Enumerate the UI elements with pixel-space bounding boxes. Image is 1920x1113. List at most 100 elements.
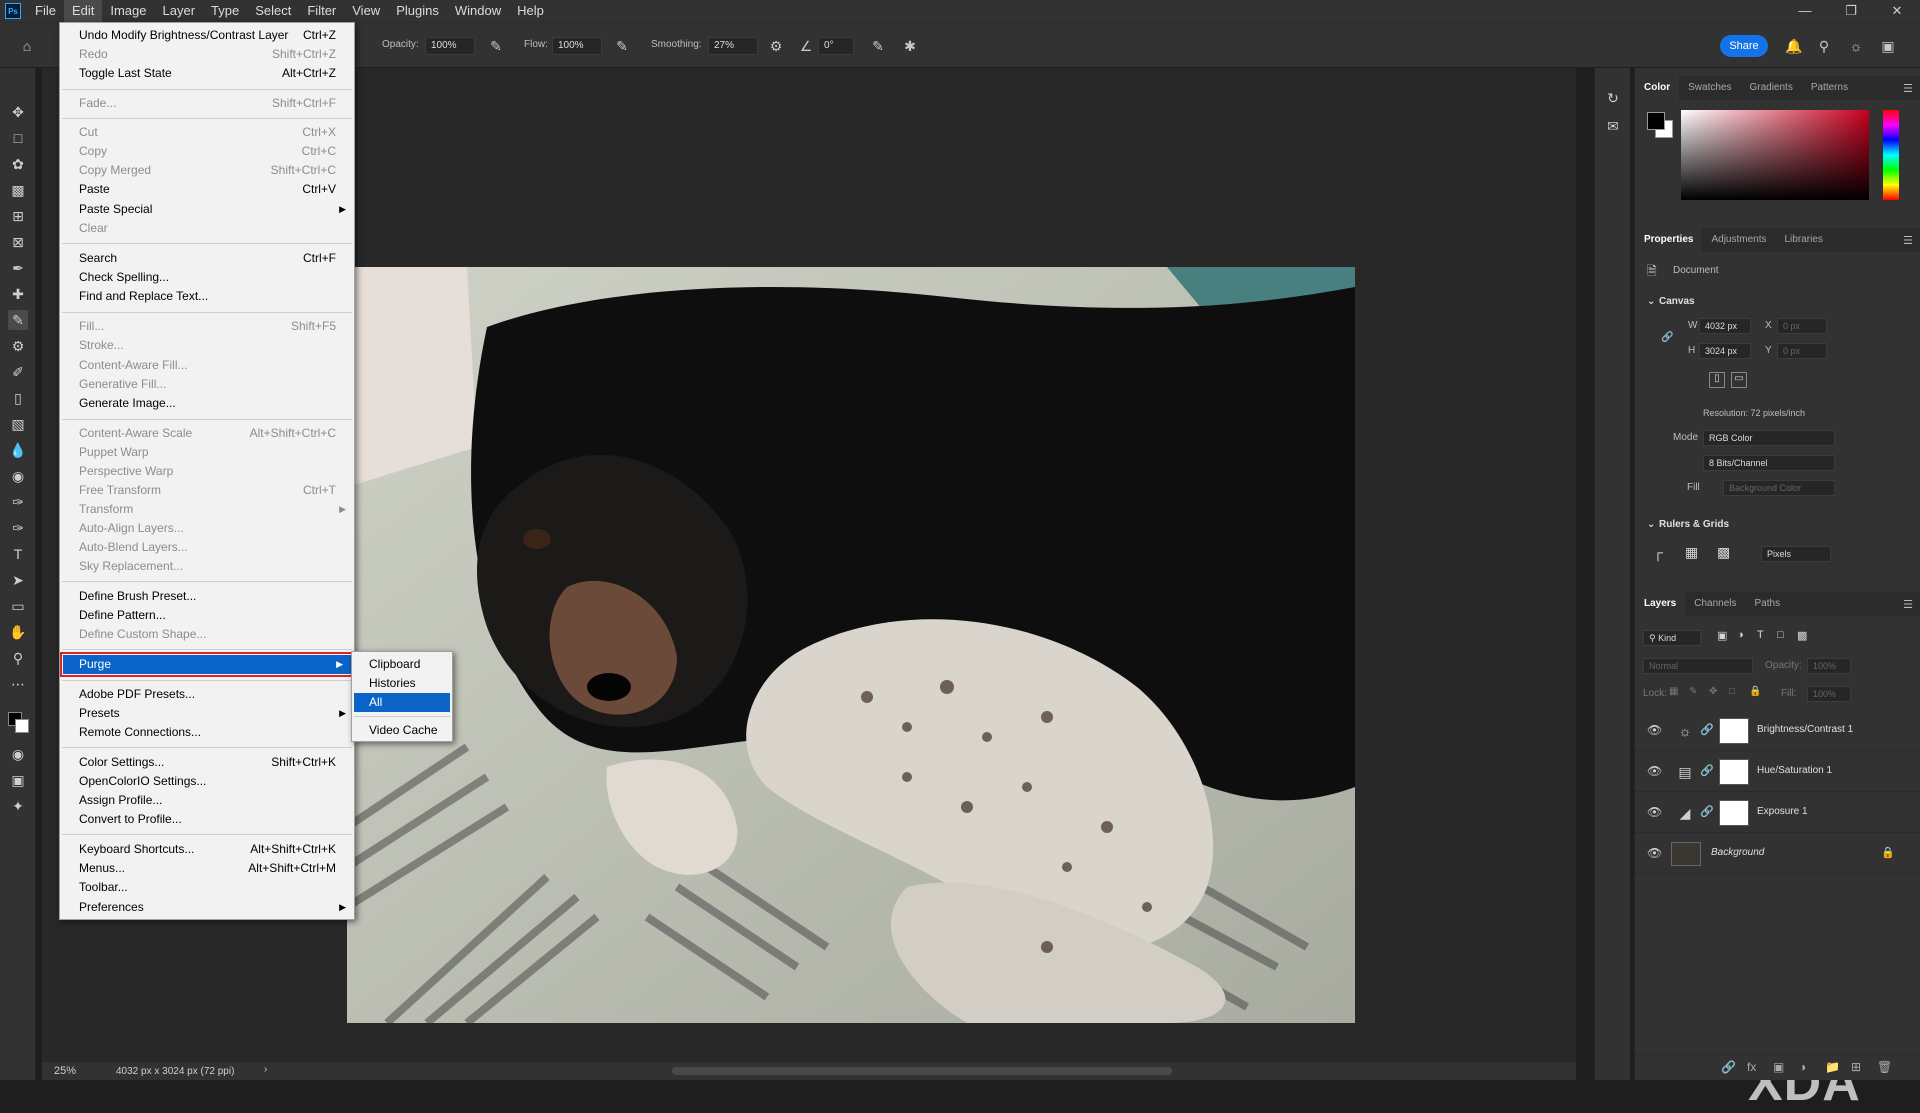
pen-tool-alt-icon[interactable]: ✑ — [8, 518, 28, 538]
stamp-tool-icon[interactable]: ⚙ — [8, 336, 28, 356]
menu-item-keyboard-shortcuts[interactable]: Keyboard Shortcuts... Alt+Shift+Ctrl+K — [60, 840, 354, 859]
type-tool-icon[interactable]: T — [8, 544, 28, 564]
new-group-icon[interactable]: 📁 — [1825, 1060, 1840, 1074]
zoom-level[interactable]: 25% — [54, 1065, 76, 1077]
menu-item-redo[interactable]: Redo Shift+Ctrl+Z — [60, 45, 354, 64]
menu-item-copy[interactable]: Copy Ctrl+C — [60, 142, 354, 161]
height-field[interactable]: 3024 px — [1699, 343, 1751, 359]
menu-view[interactable]: View — [344, 0, 388, 22]
menu-item-undo[interactable]: Undo Modify Brightness/Contrast Layer Ctr… — [60, 26, 354, 45]
menu-file[interactable]: File — [27, 0, 64, 22]
canvas-fill-select[interactable]: Background Color — [1723, 480, 1835, 496]
menu-type[interactable]: Type — [203, 0, 247, 22]
submenu-item-clipboard[interactable]: Clipboard — [352, 655, 452, 674]
menu-item-content-aware-scale[interactable]: Content-Aware Scale Alt+Shift+Ctrl+C — [60, 424, 354, 443]
zoom-tool-icon[interactable]: ⚲ — [8, 648, 28, 668]
menu-item-sky-replacement[interactable]: Sky Replacement... — [60, 557, 354, 576]
blend-mode-select[interactable]: Normal — [1643, 658, 1753, 674]
menu-item-ocio-settings[interactable]: OpenColorIO Settings... — [60, 772, 354, 791]
panel-menu-icon[interactable]: ☰ — [1903, 82, 1913, 95]
opacity-field[interactable]: 100% — [425, 37, 475, 55]
quick-mask-icon[interactable]: ◉ — [8, 744, 28, 764]
lock-image-icon[interactable]: ✎ — [1689, 686, 1697, 697]
tab-color[interactable]: Color — [1635, 76, 1680, 100]
menu-item-auto-align[interactable]: Auto-Align Layers... — [60, 519, 354, 538]
menu-item-define-pattern[interactable]: Define Pattern... — [60, 606, 354, 625]
menu-item-color-settings[interactable]: Color Settings... Shift+Ctrl+K — [60, 753, 354, 772]
landscape-orientation-icon[interactable]: ▭ — [1731, 372, 1747, 388]
layer-row[interactable]: 👁 ◢ 🔗 Exposure 1 — [1635, 793, 1920, 833]
menu-edit[interactable]: Edit — [63, 0, 103, 22]
menu-item-remote-connections[interactable]: Remote Connections... — [60, 723, 354, 742]
menu-item-generative-fill[interactable]: Generative Fill... — [60, 375, 354, 394]
trash-icon[interactable]: 🗑 — [1877, 1060, 1892, 1074]
menu-window[interactable]: Window — [447, 0, 509, 22]
menu-item-paste[interactable]: Paste Ctrl+V — [60, 180, 354, 199]
tab-adjustments[interactable]: Adjustments — [1702, 228, 1775, 252]
menu-item-purge[interactable]: Purge ▶ — [60, 652, 354, 677]
object-select-tool-icon[interactable]: ▩ — [8, 180, 28, 200]
path-select-tool-icon[interactable]: ➤ — [8, 570, 28, 590]
lock-transparent-icon[interactable]: ▦ — [1669, 686, 1678, 697]
bit-depth-select[interactable]: 8 Bits/Channel — [1703, 455, 1835, 471]
eyedropper-tool-icon[interactable]: ✒ — [8, 258, 28, 278]
menu-item-transform[interactable]: Transform ▶ — [60, 500, 354, 519]
mode-select[interactable]: RGB Color — [1703, 430, 1835, 446]
canvas-section-title[interactable]: Canvas — [1659, 296, 1695, 307]
pressure-size-icon[interactable]: ✎ — [868, 36, 888, 56]
y-field[interactable]: 0 px — [1777, 343, 1827, 359]
crop-tool-icon[interactable]: ⊞ — [8, 206, 28, 226]
layer-mask-thumbnail[interactable] — [1719, 718, 1749, 744]
layer-mask-thumbnail[interactable] — [1719, 759, 1749, 785]
menu-item-free-transform[interactable]: Free Transform Ctrl+T — [60, 481, 354, 500]
menu-item-toggle-last-state[interactable]: Toggle Last State Alt+Ctrl+Z — [60, 64, 354, 83]
eye-icon[interactable]: 👁 — [1647, 764, 1662, 778]
new-layer-icon[interactable]: ⊞ — [1851, 1060, 1861, 1074]
x-field[interactable]: 0 px — [1777, 318, 1827, 334]
rectangle-tool-icon[interactable]: ▭ — [8, 596, 28, 616]
more-tools-icon[interactable]: ⋯ — [8, 674, 28, 694]
share-button[interactable]: Share — [1720, 35, 1768, 57]
background-color-swatch[interactable] — [15, 719, 29, 733]
healing-brush-tool-icon[interactable]: ✚ — [8, 284, 28, 304]
document-info[interactable]: 4032 px x 3024 px (72 ppi) — [116, 1066, 234, 1077]
menu-item-paste-special[interactable]: Paste Special ▶ — [60, 200, 354, 219]
layer-opacity-field[interactable]: 100% — [1807, 658, 1851, 674]
eye-icon[interactable]: 👁 — [1647, 805, 1662, 819]
menu-item-define-shape[interactable]: Define Custom Shape... — [60, 625, 354, 644]
history-brush-tool-icon[interactable]: ✐ — [8, 362, 28, 382]
lock-all-icon[interactable]: 🔒 — [1749, 686, 1761, 697]
menu-item-copy-merged[interactable]: Copy Merged Shift+Ctrl+C — [60, 161, 354, 180]
tab-patterns[interactable]: Patterns — [1802, 76, 1857, 100]
menu-filter[interactable]: Filter — [299, 0, 344, 22]
canvas-section-chevron-icon[interactable]: ⌄ — [1647, 296, 1655, 307]
menu-help[interactable]: Help — [509, 0, 552, 22]
screen-mode-icon[interactable]: ▣ — [8, 770, 28, 790]
photo-thumbnail[interactable] — [1671, 842, 1701, 866]
menu-image[interactable]: Image — [102, 0, 154, 22]
menu-item-fill[interactable]: Fill... Shift+F5 — [60, 317, 354, 336]
layer-mask-thumbnail[interactable] — [1719, 800, 1749, 826]
submenu-item-histories[interactable]: Histories — [352, 674, 452, 693]
move-tool-icon[interactable]: ✥ — [8, 102, 28, 122]
flow-field[interactable]: 100% — [552, 37, 602, 55]
bell-icon[interactable]: 🔔 — [1784, 36, 1804, 56]
menu-item-auto-blend[interactable]: Auto-Blend Layers... — [60, 538, 354, 557]
eraser-tool-icon[interactable]: ▯ — [8, 388, 28, 408]
panel-menu-icon[interactable]: ☰ — [1903, 598, 1913, 611]
link-icon[interactable]: 🔗 — [1700, 764, 1714, 777]
link-dimensions-icon[interactable]: 🔗 — [1661, 332, 1673, 343]
eye-icon[interactable]: 👁 — [1647, 846, 1662, 860]
frame-tool-icon[interactable]: ⊠ — [8, 232, 28, 252]
rulers-section-chevron-icon[interactable]: ⌄ — [1647, 519, 1655, 530]
menu-layer[interactable]: Layer — [155, 0, 204, 22]
color-foreground-swatch[interactable] — [1647, 112, 1665, 130]
layer-name[interactable]: Brightness/Contrast 1 — [1757, 724, 1853, 735]
menu-item-presets[interactable]: Presets ▶ — [60, 704, 354, 723]
menu-item-stroke[interactable]: Stroke... — [60, 336, 354, 355]
workspace-icon[interactable]: ▣ — [1878, 36, 1898, 56]
submenu-item-all[interactable]: All — [354, 693, 450, 712]
brush-tool-icon[interactable]: ✎ — [8, 310, 28, 330]
symmetry-icon[interactable]: ✱ — [900, 36, 920, 56]
layer-name[interactable]: Exposure 1 — [1757, 806, 1808, 817]
